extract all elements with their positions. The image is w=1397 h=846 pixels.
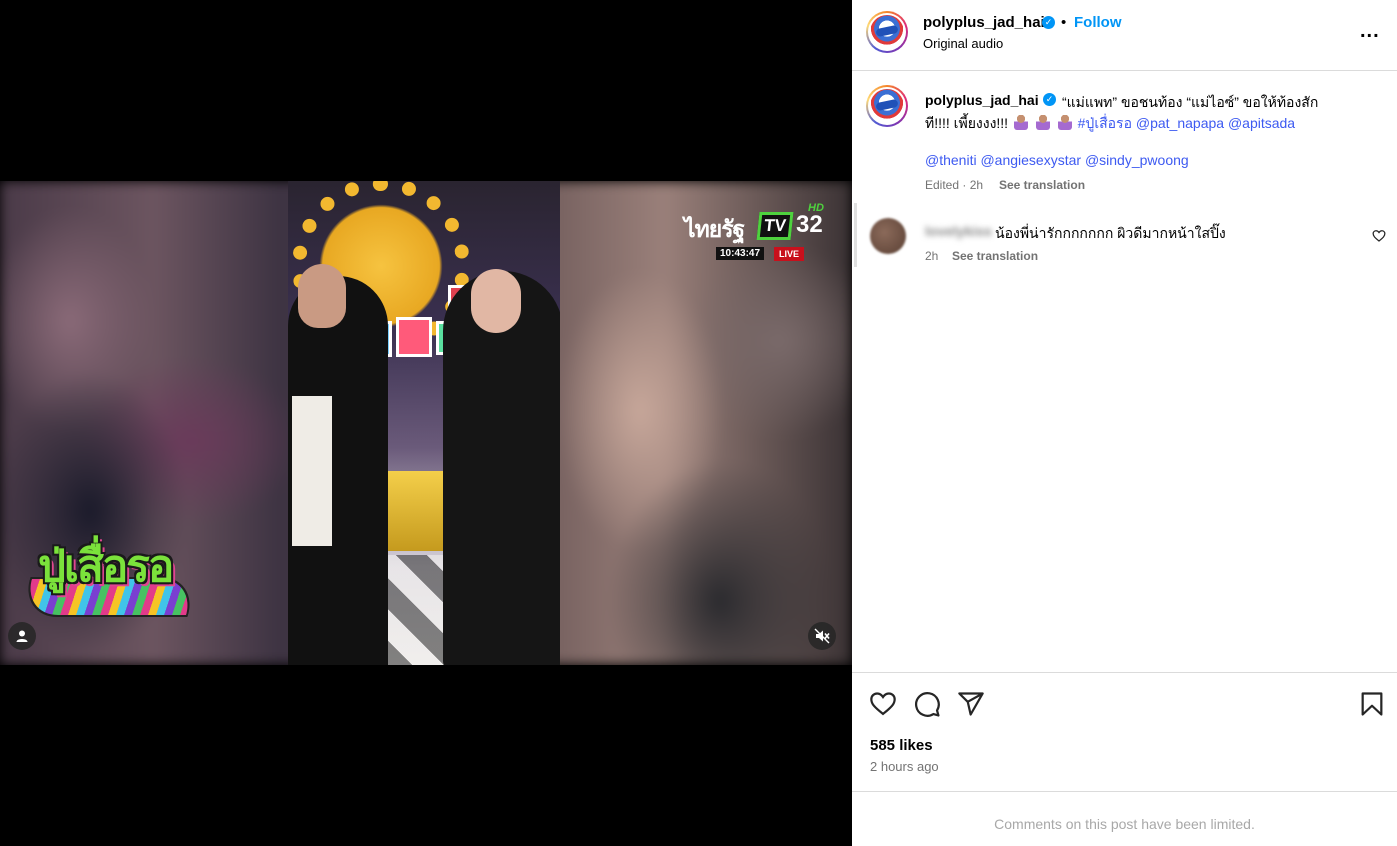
caption-edited-time: Edited · 2h [925, 178, 984, 192]
person-right [443, 269, 560, 665]
channel-hd: HD [808, 202, 824, 214]
person-left [288, 264, 388, 665]
caption-avatar[interactable] [866, 85, 908, 127]
caption-text: ที!!!! เพี้ยงงง!!! [925, 115, 1009, 131]
share-icon[interactable] [957, 690, 985, 718]
person-icon [16, 630, 28, 642]
praying-hands-emoji-icon [1057, 115, 1072, 130]
bookmark-icon[interactable] [1358, 690, 1386, 718]
channel-station: ไทยรัฐ [684, 217, 745, 243]
broadcast-time: 10:43:47 [716, 247, 765, 260]
woman-emoji-icon [1035, 115, 1050, 130]
comment-see-translation[interactable]: See translation [952, 249, 1038, 263]
channel-number: 32 [796, 211, 823, 238]
separator-dot: • [1061, 14, 1067, 31]
post-header: polyplus_jad_hai ✓ • Follow Original aud… [852, 0, 1397, 71]
post-actions: 585 likes 2 hours ago [852, 672, 1397, 792]
post-time[interactable]: 2 hours ago [870, 759, 939, 774]
comment-time: 2h [925, 249, 939, 263]
comment-username[interactable]: lovelykiss [925, 223, 992, 239]
comment-icon[interactable] [913, 690, 941, 718]
video-player[interactable]: ไทยรัฐ TV 32 HD 10:43:47 LIVE ปู่เสื่อรอ [0, 181, 852, 665]
comments-limited-area: Comments on this post have been limited. [852, 791, 1397, 846]
verified-icon: ✓ [1042, 16, 1055, 29]
original-audio-link[interactable]: Original audio [923, 36, 1003, 51]
caption-username[interactable]: polyplus_jad_hai [925, 92, 1039, 108]
comments-limited-notice: Comments on this post have been limited. [994, 816, 1255, 832]
likes-count[interactable]: 585 likes [870, 737, 933, 754]
follow-button[interactable]: Follow [1074, 14, 1122, 31]
mute-button[interactable] [808, 622, 836, 650]
channel-logo: ไทยรัฐ TV 32 HD 10:43:47 LIVE [684, 202, 834, 262]
post-side-panel: polyplus_jad_hai ✓ • Follow Original aud… [852, 0, 1397, 846]
mention-link[interactable]: @angiesexystar [980, 152, 1081, 168]
tagged-people-button[interactable] [8, 622, 36, 650]
mention-link[interactable]: @theniti [925, 152, 977, 168]
comment-avatar[interactable] [870, 218, 906, 254]
header-username[interactable]: polyplus_jad_hai [923, 14, 1045, 31]
caption-mentions-line: @theniti @angiesexystar @sindy_pwoong [925, 152, 1189, 168]
caption-text-line2: ที!!!! เพี้ยงงง!!! #ปู่เสื่อรอ @pat_napa… [925, 113, 1295, 135]
mention-link[interactable]: @sindy_pwoong [1085, 152, 1189, 168]
mention-link[interactable]: @apitsada [1228, 115, 1295, 131]
channel-tv: TV [756, 212, 794, 240]
mention-link[interactable]: @pat_napapa [1136, 115, 1224, 131]
speaker-muted-icon [814, 628, 830, 644]
show-logo-title: ปู่เสื่อรอ [38, 541, 174, 592]
caption-see-translation[interactable]: See translation [999, 178, 1085, 192]
heart-icon[interactable] [869, 690, 897, 718]
verified-icon: ✓ [1043, 93, 1056, 106]
comment-heart-icon[interactable] [1372, 229, 1386, 243]
video-clip [288, 181, 560, 665]
more-options-icon[interactable]: ... [1360, 20, 1380, 43]
set-block [396, 317, 432, 357]
avatar-image [870, 15, 904, 49]
comment-text: น้องพี่น่ารักกกกกกก ผิวดีมากหน้าใสปิ๊ง [995, 225, 1226, 241]
avatar[interactable] [866, 11, 908, 53]
show-logo: ปู่เสื่อรอ [17, 531, 204, 623]
avatar-image [870, 89, 904, 123]
media-pane: ไทยรัฐ TV 32 HD 10:43:47 LIVE ปู่เสื่อรอ [0, 0, 852, 846]
praying-hands-emoji-icon [1013, 115, 1028, 130]
live-badge: LIVE [774, 247, 805, 261]
comment-highlight-bar [854, 203, 857, 267]
hashtag-link[interactable]: #ปู่เสื่อรอ [1078, 115, 1132, 131]
caption-text-line1: “แม่แพท” ขอชนท้อง “แม่ไอซ์” ขอให้ท้องสัก [1062, 94, 1319, 110]
